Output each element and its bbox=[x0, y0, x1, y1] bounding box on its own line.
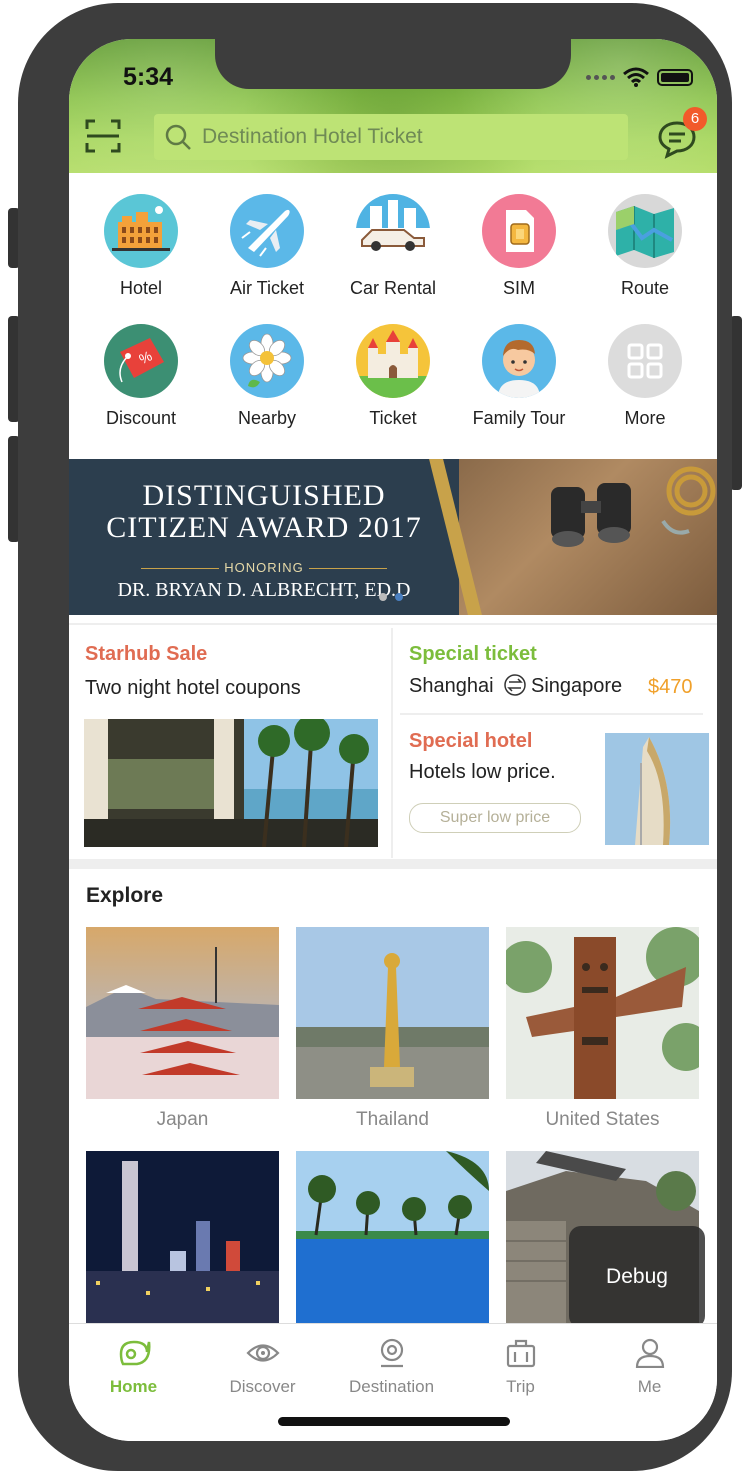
status-icons bbox=[586, 67, 693, 87]
scan-icon[interactable] bbox=[85, 119, 121, 153]
place-thailand[interactable]: Thailand bbox=[296, 927, 489, 1131]
suitcase-icon bbox=[506, 1339, 535, 1368]
flower-icon bbox=[230, 324, 304, 398]
category-air-ticket[interactable]: Air Ticket bbox=[204, 194, 330, 299]
person-icon bbox=[635, 1338, 664, 1369]
starhub-title: Starhub Sale bbox=[85, 643, 208, 665]
place-hong-kong[interactable] bbox=[86, 1151, 279, 1333]
exchange-icon bbox=[504, 674, 526, 696]
place-photo bbox=[86, 1151, 279, 1323]
category-car-rental[interactable]: Car Rental bbox=[330, 194, 456, 299]
tab-label: Trip bbox=[506, 1377, 535, 1396]
place-united-states[interactable]: United States bbox=[506, 927, 699, 1131]
notch bbox=[215, 39, 571, 89]
place-photo bbox=[296, 927, 489, 1099]
place-photo bbox=[506, 927, 699, 1099]
place-tropical-pool[interactable] bbox=[296, 1151, 489, 1333]
special-ticket-title: Special ticket bbox=[409, 643, 537, 665]
airplane-icon bbox=[230, 194, 304, 268]
tab-home[interactable]: Home bbox=[69, 1338, 198, 1397]
place-name: Japan bbox=[156, 1109, 209, 1130]
boy-avatar-icon bbox=[482, 324, 556, 398]
location-pin-icon bbox=[380, 1338, 403, 1368]
wifi-icon bbox=[623, 67, 649, 87]
signal-icon bbox=[586, 74, 615, 80]
category-route[interactable]: Route bbox=[582, 194, 708, 299]
map-icon bbox=[608, 194, 682, 268]
category-label: Car Rental bbox=[349, 278, 437, 298]
carousel-dot-active bbox=[395, 593, 403, 601]
home-icon bbox=[119, 1340, 150, 1366]
category-label: Route bbox=[620, 278, 670, 298]
home-indicator bbox=[278, 1417, 510, 1426]
tab-label: Home bbox=[109, 1377, 158, 1396]
phone-frame: 5:34 Destination Hotel Ticket 6 Hotel Ai… bbox=[18, 3, 732, 1471]
banner-line1: DISTINGUISHED bbox=[142, 479, 386, 512]
place-name: Thailand bbox=[356, 1109, 429, 1130]
deals-divider bbox=[391, 628, 393, 858]
explore-title: Explore bbox=[86, 884, 164, 907]
category-label: Air Ticket bbox=[229, 278, 304, 298]
category-label: SIM bbox=[502, 278, 535, 298]
eye-icon bbox=[245, 1344, 280, 1362]
search-placeholder: Destination Hotel Ticket bbox=[202, 125, 423, 148]
carousel-dots bbox=[379, 593, 403, 601]
tab-label: Discover bbox=[229, 1377, 296, 1396]
tab-label: Destination bbox=[348, 1377, 435, 1396]
category-label: More bbox=[624, 408, 666, 428]
place-photo bbox=[296, 1151, 489, 1323]
battery-icon bbox=[657, 68, 693, 86]
starhub-subtitle: Two night hotel coupons bbox=[85, 677, 301, 699]
resort-photo bbox=[84, 719, 378, 847]
route-to: Singapore bbox=[531, 675, 623, 697]
category-discount[interactable]: % Discount bbox=[78, 324, 204, 429]
hotel-icon bbox=[104, 194, 178, 268]
burj-al-arab-photo bbox=[605, 733, 709, 845]
category-nearby[interactable]: Nearby bbox=[204, 324, 330, 429]
carousel-dot bbox=[379, 593, 387, 601]
special-hotel-subtitle: Hotels low price. bbox=[409, 761, 556, 783]
category-label: Hotel bbox=[119, 278, 163, 298]
grid-icon bbox=[608, 324, 682, 398]
tab-destination[interactable]: Destination bbox=[327, 1338, 456, 1397]
search-input[interactable]: Destination Hotel Ticket bbox=[154, 114, 628, 160]
category-label: Discount bbox=[105, 408, 177, 428]
category-hotel[interactable]: Hotel bbox=[78, 194, 204, 299]
place-name: United States bbox=[545, 1109, 660, 1130]
banner-honoring: HONORING bbox=[224, 560, 304, 575]
ticket-price: $470 bbox=[648, 676, 693, 698]
route-from: Shanghai bbox=[409, 675, 494, 697]
deals-hdivider bbox=[400, 713, 703, 715]
category-label: Nearby bbox=[237, 408, 297, 428]
category-label: Family Tour bbox=[472, 408, 566, 428]
car-icon bbox=[356, 194, 430, 268]
category-family-tour[interactable]: Family Tour bbox=[456, 324, 582, 429]
category-sim[interactable]: SIM bbox=[456, 194, 582, 299]
category-ticket[interactable]: Ticket bbox=[330, 324, 456, 429]
category-more[interactable]: More bbox=[582, 324, 708, 429]
search-icon bbox=[165, 124, 191, 150]
banner-line2: CITIZEN AWARD 2017 bbox=[106, 511, 422, 544]
tab-me[interactable]: Me bbox=[585, 1338, 714, 1397]
rope-icon bbox=[661, 466, 716, 535]
tab-label: Me bbox=[637, 1377, 662, 1396]
section-gap bbox=[69, 859, 717, 869]
discount-tag-icon: % bbox=[104, 324, 178, 398]
place-japan[interactable]: Japan bbox=[86, 927, 279, 1131]
tab-discover[interactable]: Discover bbox=[198, 1338, 327, 1397]
tab-trip[interactable]: Trip bbox=[456, 1338, 585, 1397]
message-count-badge: 6 bbox=[683, 107, 707, 131]
castle-icon bbox=[356, 324, 430, 398]
promo-banner[interactable]: DISTINGUISHED CITIZEN AWARD 2017 HONORIN… bbox=[69, 459, 717, 615]
category-label: Ticket bbox=[369, 408, 417, 428]
binoculars-icon bbox=[551, 483, 631, 547]
place-photo bbox=[86, 927, 279, 1099]
status-time: 5:34 bbox=[123, 63, 174, 91]
sim-card-icon bbox=[482, 194, 556, 268]
banner-rule-right bbox=[309, 568, 387, 569]
screen: 5:34 Destination Hotel Ticket 6 Hotel Ai… bbox=[69, 39, 717, 1441]
special-hotel-title: Special hotel bbox=[409, 730, 533, 752]
super-low-price-tag[interactable]: Super low price bbox=[409, 803, 581, 833]
debug-button[interactable]: Debug bbox=[569, 1226, 705, 1328]
